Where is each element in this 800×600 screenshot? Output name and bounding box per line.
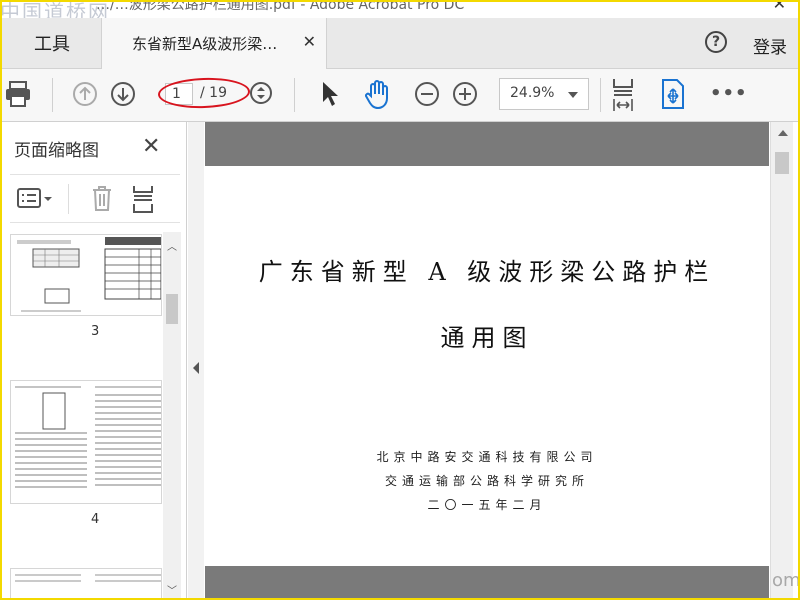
page-nav-icon[interactable] [249,81,273,105]
hand-tool-icon[interactable] [362,78,394,110]
chevron-left-icon [193,362,199,374]
help-icon[interactable]: ? [705,31,727,53]
viewer-background [205,122,769,166]
title-bar: 中国道桥网 …/…波形梁公路护栏通用图.pdf - Adobe Acrobat … [0,0,800,24]
trash-icon[interactable] [90,184,114,212]
zoom-select[interactable]: 24.9% [499,78,589,110]
zoom-out-icon[interactable] [414,81,440,107]
thumbnail-page[interactable] [10,234,162,316]
arrow-down-circle-icon[interactable] [110,81,136,107]
chevron-up-icon[interactable] [778,130,788,136]
tab-tools[interactable]: 工具 [4,18,100,68]
chevron-down-icon[interactable]: ﹀ [167,582,177,597]
print-icon[interactable] [5,80,31,108]
thumbnail-label: 3 [91,324,100,339]
thumbnail-preview [15,386,161,488]
thumbnail-scrollbar[interactable]: ︿ ﹀ [163,232,181,600]
fit-width-icon[interactable] [610,77,636,113]
document-subtitle: 通用图 [440,324,534,352]
login-button[interactable]: 登录 [753,33,787,58]
chevron-up-icon[interactable]: ︿ [167,238,177,253]
document-viewer[interactable]: 广东省新型 A 级波形梁公路护栏 通用图 北京中路安交通科技有限公司 交通运输部… [205,122,769,600]
tab-document-label: 东省新型A级波形梁… [132,35,278,53]
document-org-2: 交通运输部公路科学研究所 [384,474,589,488]
chevron-down-icon [568,92,578,98]
page-layout-icon[interactable] [132,184,156,214]
red-highlight-oval [157,76,251,110]
tab-bar: 工具 东省新型A级波形梁… ✕ [0,18,800,69]
corner-watermark: om [772,570,800,591]
thumbnails-panel: 页面缩略图 ✕ 3 4 ︿ ﹀ [0,122,187,600]
window-title: …/…波形梁公路护栏通用图.pdf - Adobe Acrobat Pro DC [96,0,465,13]
scrollbar-thumb[interactable] [775,152,789,174]
thumbnail-page[interactable] [10,380,162,504]
thumbnail-tools [0,180,186,220]
divider [10,174,180,175]
thumbnail-page[interactable] [10,568,162,600]
tab-document[interactable]: 东省新型A级波形梁… ✕ [101,18,327,69]
cursor-arrow-icon[interactable] [319,80,341,108]
divider [10,222,180,223]
close-window-icon[interactable]: ✕ [773,0,786,13]
close-panel-icon[interactable]: ✕ [142,134,160,159]
separator [52,78,53,112]
close-tab-icon[interactable]: ✕ [303,32,316,51]
arrow-up-circle-icon[interactable] [72,81,98,107]
more-icon[interactable]: ••• [710,83,748,104]
separator [68,184,69,214]
thumbnail-options-icon[interactable] [16,186,56,212]
document-scrollbar[interactable] [770,122,793,600]
thumbnails-panel-title: 页面缩略图 [14,141,99,161]
document-page: 广东省新型 A 级波形梁公路护栏 通用图 北京中路安交通科技有限公司 交通运输部… [205,166,769,566]
collapse-panel-handle[interactable] [188,122,204,600]
document-date: 二〇一五年二月 [427,498,547,512]
thumbnail-preview [15,574,161,582]
scroll-mode-icon[interactable] [660,78,686,110]
document-title: 广东省新型 A 级波形梁公路护栏 [258,258,716,286]
toolbar: 1 / 19 24.9% ••• [0,69,800,122]
thumbnail-list: 3 4 [0,232,162,600]
zoom-in-icon[interactable] [452,81,478,107]
separator [294,78,295,112]
scrollbar-thumb[interactable] [166,294,178,324]
zoom-value: 24.9% [510,85,555,101]
separator [600,78,601,112]
thumbnail-preview [17,237,162,312]
document-org-1: 北京中路安交通科技有限公司 [376,450,598,464]
thumbnail-label: 4 [91,512,100,527]
